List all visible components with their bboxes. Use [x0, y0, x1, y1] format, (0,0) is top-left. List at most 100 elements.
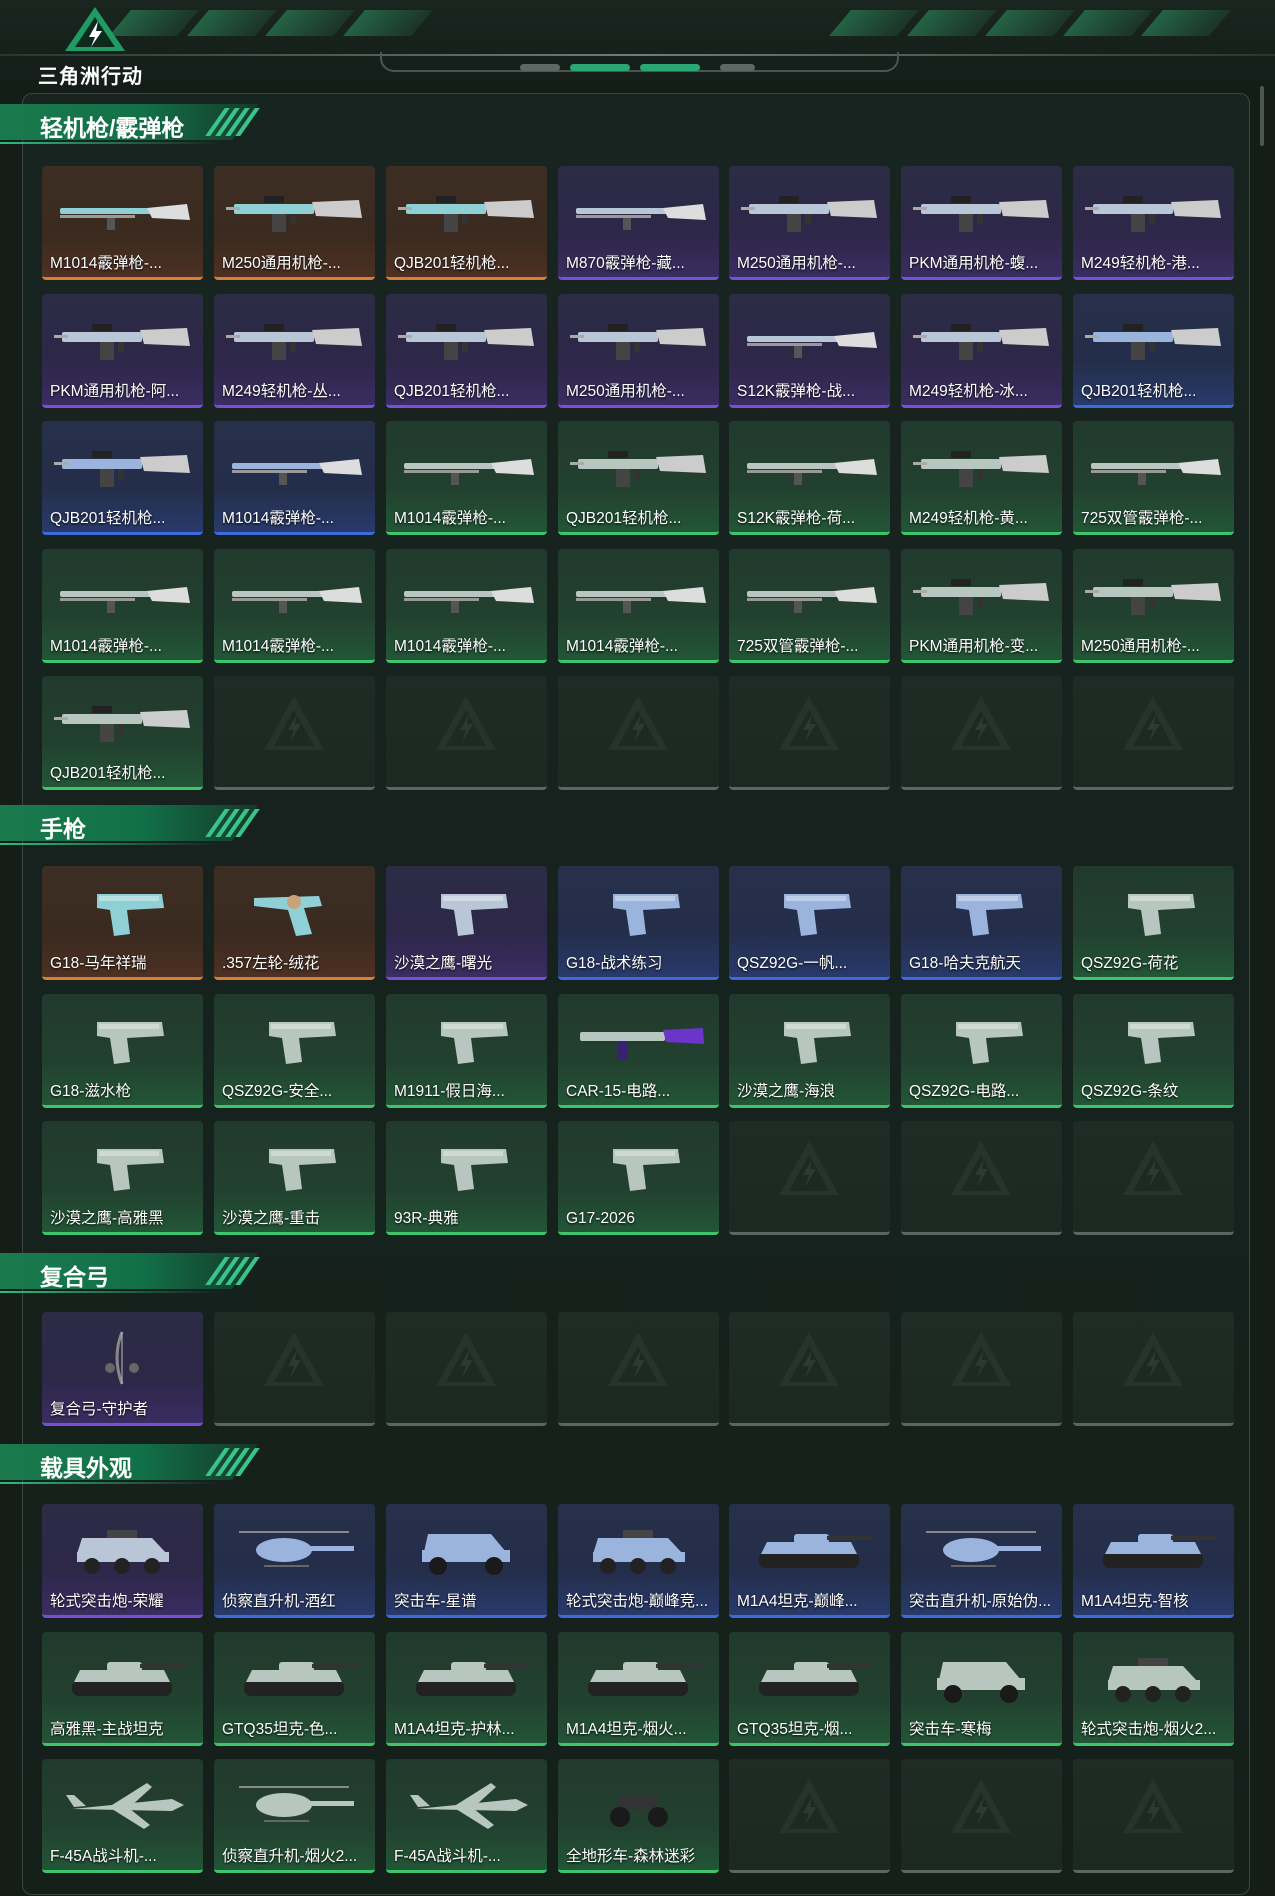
item-card[interactable]: CAR-15-电路...: [558, 993, 719, 1108]
item-card[interactable]: M249轻机枪-黄...: [901, 421, 1062, 535]
item-card[interactable]: 725双管霰弹枪-...: [1073, 421, 1234, 535]
empty-slot: [729, 1759, 890, 1873]
item-card[interactable]: M250通用机枪-...: [729, 166, 890, 280]
delta-logo-icon: [65, 7, 125, 51]
empty-slot: [386, 676, 547, 790]
pistol-icon: [97, 1021, 164, 1064]
item-card[interactable]: GTQ35坦克-烟...: [729, 1631, 890, 1746]
item-card[interactable]: G18-滋水枪: [42, 993, 203, 1108]
item-card[interactable]: 突击车-寒梅: [901, 1631, 1062, 1746]
item-card[interactable]: PKM通用机枪-蝮...: [901, 166, 1062, 280]
shotgun-icon: [404, 586, 534, 613]
item-card[interactable]: M250通用机枪-...: [214, 166, 375, 280]
item-card[interactable]: QJB201轻机枪...: [386, 293, 547, 408]
item-card[interactable]: M870霰弹枪-藏...: [558, 166, 719, 280]
item-card[interactable]: G17-2026: [558, 1121, 719, 1235]
item-card[interactable]: 突击直升机-原始伪...: [901, 1504, 1062, 1618]
item-card[interactable]: 全地形车-森林迷彩: [558, 1759, 719, 1873]
item-card[interactable]: M250通用机枪-...: [1073, 548, 1234, 663]
item-card[interactable]: 轮式突击炮-荣耀: [42, 1504, 203, 1618]
item-card[interactable]: PKM通用机枪-变...: [901, 548, 1062, 663]
shotgun-icon: [232, 586, 362, 613]
item-card[interactable]: 沙漠之鹰-重击: [214, 1121, 375, 1235]
scrollbar[interactable]: [1260, 86, 1264, 146]
item-card[interactable]: 侦察直升机-烟火2...: [214, 1759, 375, 1873]
item-card[interactable]: M249轻机枪-港...: [1073, 166, 1234, 280]
item-card[interactable]: QSZ92G-一帆...: [729, 866, 890, 980]
item-card[interactable]: QJB201轻机枪...: [558, 421, 719, 535]
item-card[interactable]: 复合弓-守护者: [42, 1312, 203, 1426]
pistol-icon: [1128, 1021, 1195, 1064]
empty-slot: [386, 1312, 547, 1426]
item-card[interactable]: 沙漠之鹰-曙光: [386, 866, 547, 980]
jet-icon: [410, 1783, 528, 1829]
item-card[interactable]: M1A4坦克-烟火...: [558, 1631, 719, 1746]
item-card-label: 沙漠之鹰-海浪: [737, 1082, 836, 1100]
delta-placeholder-icon: [264, 696, 324, 750]
item-card[interactable]: 沙漠之鹰-海浪: [729, 993, 890, 1108]
item-card[interactable]: QSZ92G-条纹: [1073, 993, 1234, 1108]
pistol-icon: [441, 1149, 508, 1191]
item-card[interactable]: QJB201轻机枪...: [42, 676, 203, 790]
item-card-label: .357左轮-绒花: [222, 955, 320, 972]
item-card-label: PKM通用机枪-蝮...: [909, 255, 1039, 272]
header-bar: 三角洲行动: [0, 0, 1275, 92]
item-card[interactable]: S12K霰弹枪-战...: [729, 293, 890, 408]
item-card-label: G18-滋水枪: [50, 1082, 131, 1100]
item-card-label: M250通用机枪-...: [737, 255, 856, 272]
item-card[interactable]: M1014霰弹枪-...: [386, 548, 547, 663]
empty-slot: [901, 1312, 1062, 1426]
item-card-label: M870霰弹枪-藏...: [566, 255, 685, 272]
item-card[interactable]: QJB201轻机枪...: [386, 166, 547, 280]
item-card[interactable]: S12K霰弹枪-荷...: [729, 421, 890, 535]
item-card[interactable]: QSZ92G-荷花: [1073, 866, 1234, 980]
tank-icon: [1103, 1534, 1216, 1568]
item-card[interactable]: M1A4坦克-巅峰...: [729, 1504, 890, 1618]
item-card-label: QSZ92G-条纹: [1081, 1082, 1179, 1100]
item-card[interactable]: M1014霰弹枪-...: [558, 548, 719, 663]
item-card[interactable]: M249轻机枪-丛...: [214, 293, 375, 408]
item-card-label: 725双管霰弹枪-...: [1081, 510, 1203, 527]
item-card[interactable]: GTQ35坦克-色...: [214, 1631, 375, 1746]
item-card[interactable]: M1014霰弹枪-...: [386, 421, 547, 535]
bow-icon: [105, 1331, 139, 1385]
item-card-label: G18-哈夫克航天: [909, 955, 1021, 972]
item-card[interactable]: M250通用机枪-...: [558, 293, 719, 408]
machine-gun-icon: [398, 323, 534, 360]
item-card[interactable]: F-45A战斗机-...: [386, 1759, 547, 1873]
item-card[interactable]: M1014霰弹枪-...: [214, 421, 375, 535]
item-card[interactable]: 突击车-星谱: [386, 1504, 547, 1618]
item-card[interactable]: M1A4坦克-智核: [1073, 1504, 1234, 1618]
item-card[interactable]: M1014霰弹枪-...: [214, 548, 375, 663]
item-card[interactable]: G18-马年祥瑞: [42, 866, 203, 980]
item-card[interactable]: 93R-典雅: [386, 1121, 547, 1235]
item-card[interactable]: G18-战术练习: [558, 866, 719, 980]
item-card[interactable]: F-45A战斗机-...: [42, 1759, 203, 1873]
item-card[interactable]: 高雅黑-主战坦克: [42, 1631, 203, 1746]
item-card[interactable]: M1A4坦克-护林...: [386, 1631, 547, 1746]
armored-car-icon: [77, 1530, 169, 1574]
item-card[interactable]: PKM通用机枪-阿...: [42, 293, 203, 408]
item-card[interactable]: M1014霰弹枪-...: [42, 548, 203, 663]
item-card[interactable]: QJB201轻机枪...: [42, 421, 203, 535]
empty-slot: [1073, 1759, 1234, 1873]
pistol-icon: [956, 1021, 1023, 1064]
item-card[interactable]: M249轻机枪-冰...: [901, 293, 1062, 408]
item-card-label: 轮式突击炮-荣耀: [50, 1593, 164, 1610]
assault-vehicle-icon: [422, 1534, 510, 1575]
item-card[interactable]: .357左轮-绒花: [214, 866, 375, 980]
item-card[interactable]: QJB201轻机枪...: [1073, 293, 1234, 408]
shotgun-icon: [1091, 459, 1221, 485]
item-card[interactable]: 轮式突击炮-巅峰竞...: [558, 1504, 719, 1618]
item-card[interactable]: 725双管霰弹枪-...: [729, 548, 890, 663]
item-card[interactable]: M1911-假日海...: [386, 993, 547, 1108]
item-card[interactable]: G18-哈夫克航天: [901, 866, 1062, 980]
item-card[interactable]: QSZ92G-电路...: [901, 993, 1062, 1108]
item-card[interactable]: QSZ92G-安全...: [214, 993, 375, 1108]
item-card[interactable]: 轮式突击炮-烟火2...: [1073, 1631, 1234, 1746]
item-card-label: M249轻机枪-黄...: [909, 510, 1028, 527]
item-card[interactable]: 沙漠之鹰-高雅黑: [42, 1121, 203, 1235]
item-card[interactable]: M1014霰弹枪-...: [42, 166, 203, 280]
item-card[interactable]: 侦察直升机-酒红: [214, 1504, 375, 1618]
machine-gun-icon: [1085, 323, 1221, 360]
